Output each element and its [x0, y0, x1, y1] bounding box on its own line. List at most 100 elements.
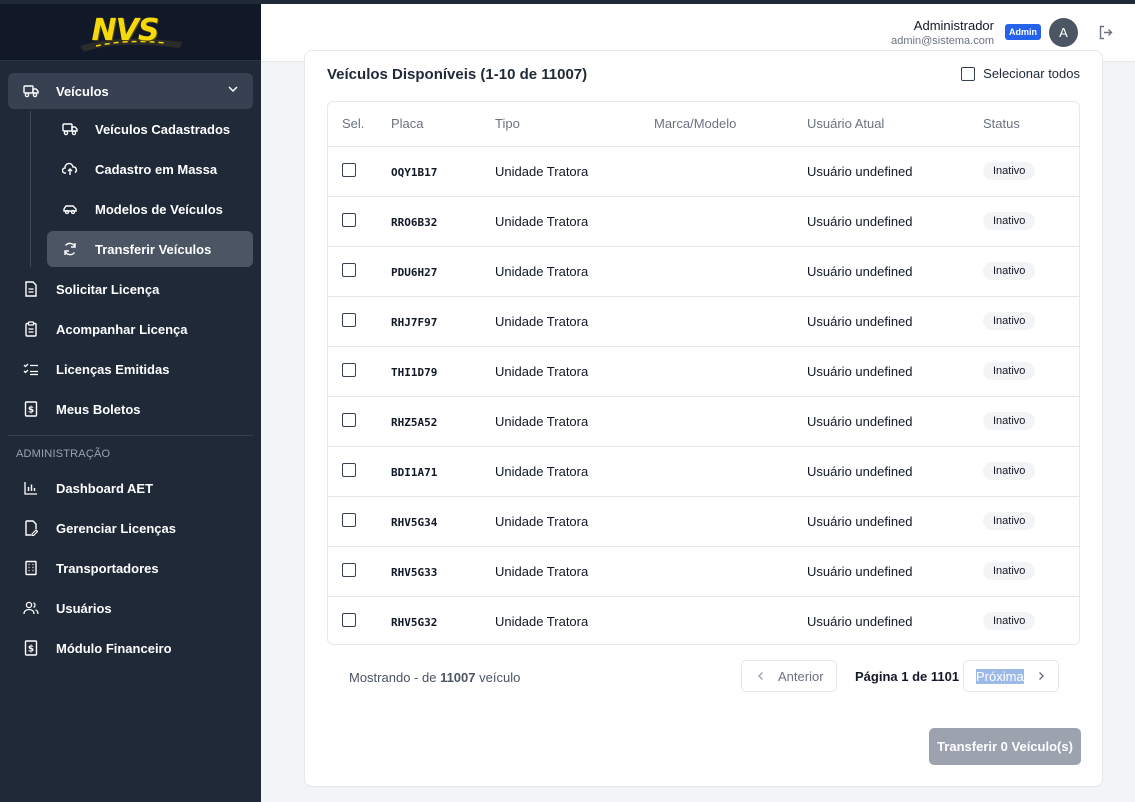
row-checkbox[interactable] — [342, 362, 356, 377]
sidebar-item-licencas-emitidas[interactable]: Licenças Emitidas — [8, 351, 253, 387]
sidebar-item-cadastro-em-massa[interactable]: Cadastro em Massa — [47, 151, 253, 187]
user-email: admin@sistema.com — [891, 35, 994, 47]
logout-icon[interactable] — [1098, 25, 1113, 45]
sidebar-item-label: Transferir Veículos — [95, 241, 212, 257]
cell-usuario: Usuário undefined — [807, 346, 983, 397]
file-edit-icon — [22, 519, 40, 537]
row-checkbox[interactable] — [342, 312, 356, 327]
truck-icon — [61, 120, 79, 138]
sidebar-item-acompanhar-licenca[interactable]: Acompanhar Licença — [8, 311, 253, 347]
table-row[interactable]: RHV5G33 Unidade Tratora Usuário undefine… — [328, 546, 1079, 597]
table-header-row: Sel. Placa Tipo Marca/Modelo Usuário Atu… — [328, 102, 1079, 147]
sidebar-item-label: Transportadores — [56, 560, 159, 576]
cell-marca-modelo — [654, 196, 807, 247]
cell-placa: BDI1A71 — [391, 465, 438, 479]
sidebar-item-veiculos[interactable]: Veículos — [8, 73, 253, 109]
cell-usuario: Usuário undefined — [807, 296, 983, 347]
cell-placa: RHZ5A52 — [391, 415, 438, 429]
table-row[interactable]: THI1D79 Unidade Tratora Usuário undefine… — [328, 346, 1079, 397]
truck-icon — [22, 82, 40, 100]
row-checkbox[interactable] — [342, 262, 356, 277]
column-header-tipo: Tipo — [495, 102, 654, 147]
users-icon — [22, 599, 40, 617]
sidebar-item-gerenciar-licencas[interactable]: Gerenciar Licenças — [8, 510, 253, 546]
status-badge: Inativo — [983, 212, 1036, 230]
cell-marca-modelo — [654, 346, 807, 397]
sidebar-item-label: Gerenciar Licenças — [56, 520, 176, 536]
sidebar-item-modulo-financeiro[interactable]: $ Módulo Financeiro — [8, 630, 253, 666]
transfer-vehicles-button[interactable]: Transferir 0 Veículo(s) — [929, 728, 1081, 765]
cell-marca-modelo — [654, 396, 807, 447]
column-header-marca-modelo: Marca/Modelo — [654, 102, 807, 147]
sidebar-nav: Veículos Veículos Cadastrados Cadastro e… — [0, 61, 261, 666]
sidebar-item-modelos-de-veiculos[interactable]: Modelos de Veículos — [47, 191, 253, 227]
status-badge: Inativo — [983, 462, 1036, 480]
cell-placa: OQY1B17 — [391, 165, 438, 179]
cell-placa: RHV5G33 — [391, 565, 438, 579]
user-name: Administrador — [913, 18, 994, 33]
sidebar: NVS Veículos Veículos Cadastrados Cadast… — [0, 4, 261, 802]
sidebar-item-veiculos-cadastrados[interactable]: Veículos Cadastrados — [47, 111, 253, 147]
checkbox[interactable] — [961, 66, 976, 81]
sidebar-item-label: Dashboard AET — [56, 480, 154, 496]
page-indicator: Página 1 de 1101 — [855, 669, 960, 684]
cell-placa: RRO6B32 — [391, 215, 438, 229]
dollar-doc-icon: $ — [22, 639, 40, 657]
cell-tipo: Unidade Tratora — [495, 246, 654, 297]
sidebar-item-label: Usuários — [56, 600, 112, 616]
brand-logo[interactable]: NVS — [76, 12, 186, 52]
cell-tipo: Unidade Tratora — [495, 496, 654, 547]
row-checkbox[interactable] — [342, 162, 356, 177]
refresh-icon — [61, 240, 79, 258]
cell-placa: PDU6H27 — [391, 265, 438, 279]
status-badge: Inativo — [983, 512, 1036, 530]
table-row[interactable]: RHV5G32 Unidade Tratora Usuário undefine… — [328, 596, 1079, 644]
cell-marca-modelo — [654, 146, 807, 197]
status-badge: Inativo — [983, 162, 1036, 180]
admin-section-label: ADMINISTRAÇÃO — [16, 448, 111, 460]
row-checkbox[interactable] — [342, 412, 356, 427]
next-page-button[interactable]: Próxima — [963, 660, 1059, 692]
cell-marca-modelo — [654, 246, 807, 297]
next-page-label: Próxima — [976, 668, 1024, 684]
row-checkbox[interactable] — [342, 462, 356, 477]
select-all-label: Selecionar todos — [983, 66, 1080, 81]
sidebar-item-transferir-veiculos[interactable]: Transferir Veículos — [47, 231, 253, 267]
table-row[interactable]: RHV5G34 Unidade Tratora Usuário undefine… — [328, 496, 1079, 547]
vehicles-submenu: Veículos Cadastrados Cadastro em Massa M… — [30, 111, 261, 267]
avatar[interactable]: A — [1049, 18, 1078, 47]
sidebar-item-dashboard-aet[interactable]: Dashboard AET — [8, 470, 253, 506]
table-row[interactable]: BDI1A71 Unidade Tratora Usuário undefine… — [328, 446, 1079, 497]
row-checkbox[interactable] — [342, 212, 356, 227]
sidebar-divider — [8, 435, 253, 436]
sidebar-item-meus-boletos[interactable]: $ Meus Boletos — [8, 391, 253, 427]
table-row[interactable]: PDU6H27 Unidade Tratora Usuário undefine… — [328, 246, 1079, 297]
sidebar-item-usuarios[interactable]: Usuários — [8, 590, 253, 626]
row-checkbox[interactable] — [342, 612, 356, 627]
sidebar-item-solicitar-licenca[interactable]: Solicitar Licença — [8, 271, 253, 307]
clipboard-icon — [22, 320, 40, 338]
building-icon — [22, 559, 40, 577]
bar-chart-icon — [22, 479, 40, 497]
status-badge: Inativo — [983, 612, 1036, 631]
previous-page-button[interactable]: Anterior — [741, 660, 837, 692]
cell-tipo: Unidade Tratora — [495, 446, 654, 497]
select-all-checkbox[interactable]: Selecionar todos — [961, 66, 1080, 81]
sidebar-item-label: Veículos — [56, 83, 109, 99]
column-header-sel: Sel. — [328, 102, 391, 147]
sidebar-item-label: Módulo Financeiro — [56, 640, 172, 656]
row-checkbox[interactable] — [342, 512, 356, 527]
cloud-upload-icon — [61, 160, 79, 178]
table-row[interactable]: RRO6B32 Unidade Tratora Usuário undefine… — [328, 196, 1079, 247]
cell-tipo: Unidade Tratora — [495, 396, 654, 447]
status-badge: Inativo — [983, 262, 1036, 280]
table-row[interactable]: RHZ5A52 Unidade Tratora Usuário undefine… — [328, 396, 1079, 447]
table-row[interactable]: OQY1B17 Unidade Tratora Usuário undefine… — [328, 146, 1079, 197]
row-checkbox[interactable] — [342, 562, 356, 577]
sidebar-item-transportadores[interactable]: Transportadores — [8, 550, 253, 586]
cell-tipo: Unidade Tratora — [495, 613, 589, 629]
showing-suffix: veículo — [479, 670, 521, 685]
cell-marca-modelo — [654, 296, 807, 347]
cell-marca-modelo — [654, 596, 807, 644]
table-row[interactable]: RHJ7F97 Unidade Tratora Usuário undefine… — [328, 296, 1079, 347]
